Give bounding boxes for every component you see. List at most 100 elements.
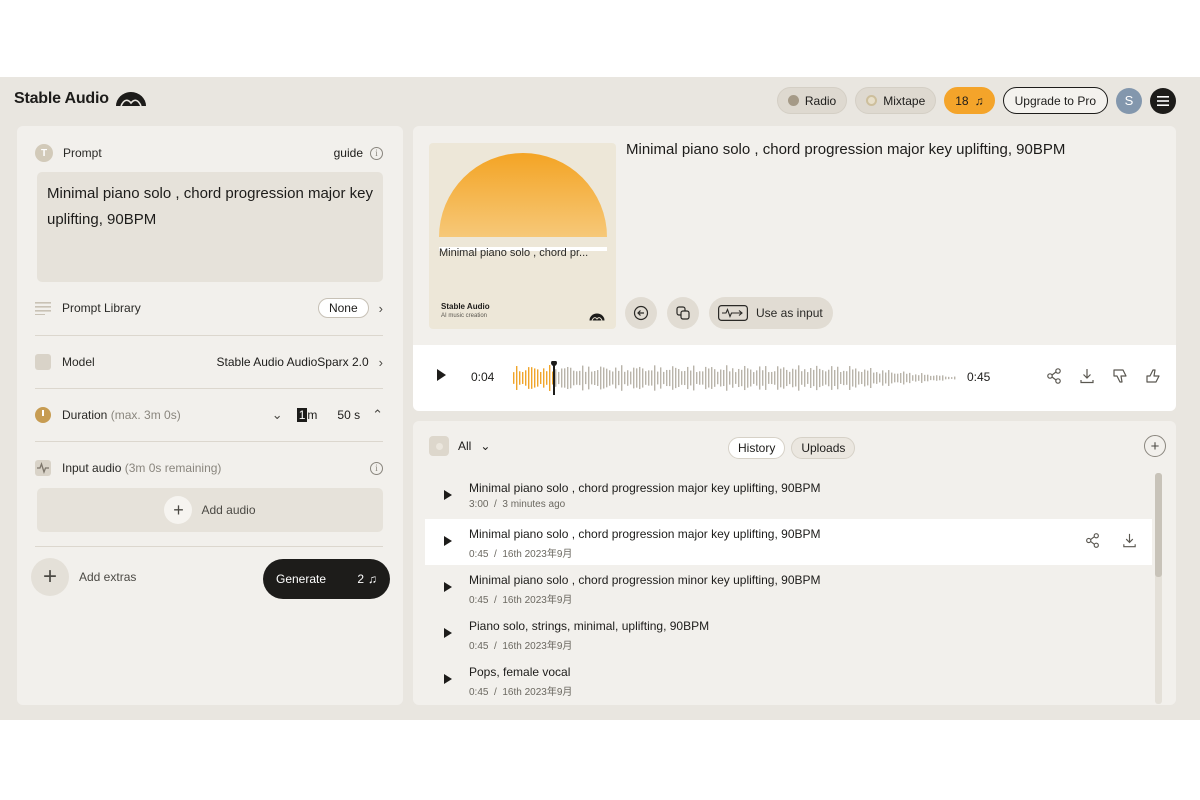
- copy-button[interactable]: [667, 297, 699, 329]
- item-date: 3 minutes ago: [502, 499, 566, 510]
- download-icon[interactable]: [1121, 532, 1138, 549]
- add-audio-button[interactable]: + Add audio: [37, 488, 383, 532]
- hamburger-icon: [1157, 95, 1169, 106]
- item-separator: /: [494, 499, 497, 510]
- extend-button[interactable]: [625, 297, 657, 329]
- duration-minutes-input[interactable]: 1m: [296, 408, 318, 422]
- model-icon: [35, 354, 51, 370]
- mixtape-label: Mixtape: [883, 93, 926, 108]
- filter-icon: [429, 436, 449, 456]
- prompt-library-row[interactable]: Prompt Library None ›: [35, 297, 383, 319]
- share-icon[interactable]: [1084, 532, 1101, 549]
- playback-bar: 0:04 0:45: [413, 345, 1176, 411]
- track-list: Minimal piano solo , chord progression m…: [425, 473, 1152, 703]
- generate-cost: 2 ♫: [357, 572, 377, 586]
- menu-button[interactable]: [1150, 87, 1176, 114]
- seconds-unit: s: [354, 408, 361, 422]
- chevron-up-icon[interactable]: ⌃: [372, 407, 383, 423]
- radio-button[interactable]: Radio: [776, 87, 848, 114]
- prompt-library-value[interactable]: None: [317, 298, 369, 318]
- playhead[interactable]: [553, 361, 555, 395]
- player-panel: Minimal piano solo , chord pr... Stable …: [413, 126, 1176, 411]
- header-actions: Radio Mixtape 18 ♫ Upgrade to Pro S: [776, 87, 1176, 114]
- use-as-input-button[interactable]: Use as input: [709, 297, 833, 329]
- item-date: 16th 2023年9月: [502, 595, 573, 606]
- divider: [35, 546, 383, 547]
- add-button[interactable]: +: [1144, 435, 1166, 457]
- thumbs-down-icon[interactable]: [1111, 367, 1129, 385]
- play-icon[interactable]: [444, 628, 452, 638]
- model-row[interactable]: Model Stable Audio AudioSparx 2.0 ›: [35, 351, 383, 373]
- item-duration: 0:45: [469, 641, 489, 652]
- track-cover-art: Minimal piano solo , chord pr... Stable …: [429, 143, 616, 329]
- info-icon[interactable]: i: [370, 461, 383, 475]
- item-duration: 0:45: [469, 595, 489, 606]
- list-icon: [35, 302, 51, 315]
- item-meta: 0:45 / 16th 2023年9月: [469, 591, 1152, 606]
- model-value: Stable Audio AudioSparx 2.0: [216, 355, 369, 369]
- prompt-label: Prompt: [63, 146, 102, 160]
- stable-audio-logo-icon: [589, 313, 605, 321]
- duration-label: Duration (max. 3m 0s): [62, 408, 181, 422]
- input-audio-row: Input audio (3m 0s remaining) i: [35, 457, 383, 479]
- waveform-scrubber[interactable]: [513, 361, 957, 395]
- upgrade-to-pro-button[interactable]: Upgrade to Pro: [1002, 87, 1108, 114]
- input-audio-remaining: (3m 0s remaining): [124, 461, 222, 475]
- play-icon[interactable]: [437, 369, 446, 381]
- user-avatar[interactable]: S: [1116, 87, 1142, 114]
- item-title: Minimal piano solo , chord progression m…: [469, 573, 821, 587]
- music-note-icon: ♫: [368, 572, 377, 586]
- credits-button[interactable]: 18 ♫: [944, 87, 995, 114]
- playhead-knob[interactable]: [551, 361, 557, 366]
- audio-input-icon: [718, 305, 748, 321]
- list-item[interactable]: Minimal piano solo , chord progression m…: [425, 519, 1152, 565]
- app-window: Stable Audio Radio Mixtape 18 ♫ Upgrade …: [0, 77, 1200, 720]
- cover-brand: Stable Audio: [441, 302, 490, 311]
- arrow-left-circle-icon: [633, 305, 649, 321]
- plus-icon: +: [164, 496, 193, 524]
- chevron-right-icon: ›: [378, 300, 383, 316]
- share-icon[interactable]: [1045, 367, 1063, 385]
- add-audio-label: Add audio: [201, 503, 256, 517]
- list-item[interactable]: Minimal piano solo , chord progression m…: [425, 565, 1152, 611]
- play-icon[interactable]: [444, 674, 452, 684]
- thumbs-up-icon[interactable]: [1144, 367, 1162, 385]
- list-scrollbar[interactable]: [1155, 473, 1162, 704]
- list-item[interactable]: Minimal piano solo , chord progression m…: [425, 473, 1152, 519]
- item-actions: [1084, 532, 1138, 549]
- item-duration: 3:00: [469, 499, 489, 510]
- use-as-input-label: Use as input: [756, 306, 823, 320]
- list-item[interactable]: Pops, female vocal 0:45 / 16th 2023年9月: [425, 657, 1152, 703]
- divider: [35, 441, 383, 442]
- chevron-down-icon[interactable]: ⌄: [272, 407, 283, 423]
- play-icon[interactable]: [444, 490, 452, 500]
- play-icon[interactable]: [444, 536, 452, 546]
- brand-logo[interactable]: Stable Audio: [14, 90, 147, 108]
- tab-uploads[interactable]: Uploads: [791, 437, 856, 459]
- download-icon[interactable]: [1078, 367, 1096, 385]
- add-extras-button[interactable]: + Add extras: [31, 558, 136, 596]
- guide-link[interactable]: guide i: [334, 146, 383, 160]
- duration-seconds-value: 50: [337, 408, 351, 422]
- prompt-input[interactable]: Minimal piano solo , chord progression m…: [37, 172, 383, 282]
- copy-icon: [676, 306, 690, 320]
- cover-caption: Minimal piano solo , chord pr...: [439, 247, 589, 259]
- minutes-unit: m: [307, 408, 318, 422]
- chevron-right-icon: ›: [378, 354, 383, 370]
- duration-seconds-input[interactable]: 50 s: [337, 408, 360, 422]
- history-panel: All ⌄ History Uploads + Minimal piano so…: [413, 421, 1176, 705]
- tab-history[interactable]: History: [728, 437, 786, 459]
- prompt-header: T Prompt guide i: [35, 144, 383, 162]
- duration-max: (max. 3m 0s): [110, 408, 181, 422]
- generate-button[interactable]: Generate 2 ♫: [263, 559, 390, 599]
- item-title: Minimal piano solo , chord progression m…: [469, 481, 821, 495]
- filter-dropdown[interactable]: All ⌄: [429, 436, 490, 456]
- list-item[interactable]: Piano solo, strings, minimal, uplifting,…: [425, 611, 1152, 657]
- radio-label: Radio: [804, 93, 837, 108]
- clock-icon: [35, 407, 51, 423]
- duration-row: Duration (max. 3m 0s) ⌄ 1m 50 s ⌃: [35, 404, 383, 426]
- mixtape-button[interactable]: Mixtape: [855, 87, 937, 114]
- item-separator: /: [494, 641, 497, 652]
- duration-title: Duration: [62, 408, 108, 422]
- play-icon[interactable]: [444, 582, 452, 592]
